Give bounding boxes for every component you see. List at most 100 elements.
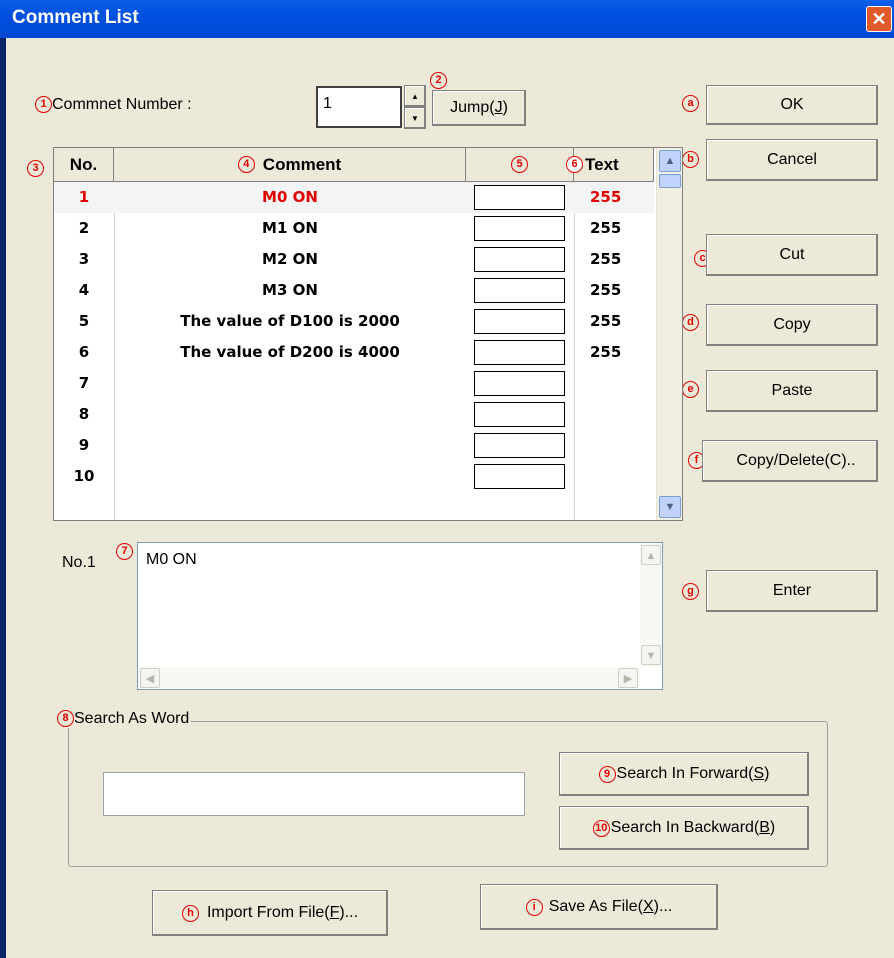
jump-key: J	[494, 99, 503, 116]
title-bar[interactable]: Comment List ✕	[0, 0, 894, 38]
table-row[interactable]: 6 The value of D200 is 4000 255	[54, 337, 654, 368]
table-row[interactable]: 4 M3 ON 255	[54, 275, 654, 306]
table-row[interactable]: 2 M1 ON 255	[54, 213, 654, 244]
import-key: F	[329, 904, 340, 921]
scroll-down-icon[interactable]: ▼	[659, 496, 681, 518]
close-button[interactable]: ✕	[866, 6, 892, 32]
marker-i-icon: i	[525, 898, 543, 916]
memo-vertical-scrollbar[interactable]: ▲ ▼	[640, 543, 662, 667]
row-no: 9	[78, 436, 90, 454]
row-cell-box[interactable]	[474, 340, 565, 365]
table-row[interactable]: 10	[54, 461, 654, 492]
row-cell-box[interactable]	[474, 371, 565, 396]
row-cell-box[interactable]	[474, 185, 565, 210]
scroll-up-icon[interactable]: ▲	[659, 150, 681, 172]
search-group-label-wrap: 8 Search As Word	[55, 710, 192, 728]
memo-scroll-up-icon[interactable]: ▲	[641, 545, 661, 565]
marker-6-icon: 6	[566, 156, 583, 173]
search-forward-button[interactable]: 9 Search In Forward(S)	[559, 752, 809, 796]
memo-scroll-down-icon[interactable]: ▼	[641, 645, 661, 665]
row-text: 255	[590, 250, 622, 268]
marker-8-icon: 8	[57, 710, 74, 728]
memo-label: No.1	[62, 554, 96, 571]
row-comment: M3 ON	[262, 281, 318, 299]
marker-3-icon: 3	[27, 160, 44, 177]
comment-number-label-wrap: 1 Commnet Number :	[35, 96, 192, 114]
paren-close: )	[769, 819, 776, 836]
ok-button[interactable]: OK	[706, 85, 878, 125]
comment-editor[interactable]: M0 ON ▲ ▼ ◀ ▶	[137, 542, 663, 690]
row-comment	[114, 461, 466, 492]
row-cell-box[interactable]	[474, 433, 565, 458]
grid-vertical-scrollbar[interactable]: ▲ ▼	[656, 148, 682, 520]
save-label-end: )...	[653, 898, 673, 915]
comment-grid[interactable]: No. 4 Comment 5 6 Text 1 M0 ON 255 2 M1 ON	[53, 147, 683, 521]
enter-button[interactable]: Enter	[706, 570, 878, 612]
row-comment: The value of D100 is 2000	[180, 312, 400, 330]
cancel-button[interactable]: Cancel	[706, 139, 878, 181]
row-cell-box[interactable]	[474, 464, 565, 489]
row-text	[590, 399, 654, 430]
row-comment: M0 ON	[262, 188, 318, 206]
memo-scroll-left-icon[interactable]: ◀	[140, 668, 160, 688]
save-label: Save As File(	[548, 898, 643, 915]
table-row[interactable]: 7	[54, 368, 654, 399]
jump-button[interactable]: Jump(J)	[432, 90, 526, 126]
table-row[interactable]: 8	[54, 399, 654, 430]
window-title: Comment List	[12, 7, 139, 28]
header-text: Text	[585, 154, 619, 174]
row-comment: The value of D200 is 4000	[180, 343, 400, 361]
paste-button[interactable]: Paste	[706, 370, 878, 412]
table-row[interactable]: 1 M0 ON 255	[54, 182, 654, 213]
number-down-button[interactable]: ▼	[404, 107, 426, 129]
memo-scroll-right-icon[interactable]: ▶	[618, 668, 638, 688]
comment-list-window: Comment List ✕ 1 Commnet Number : 1 ▲ ▼ 2…	[0, 0, 894, 958]
search-input[interactable]	[103, 772, 525, 816]
row-no: 7	[78, 374, 90, 392]
marker-9-icon: 9	[598, 765, 616, 783]
cut-button[interactable]: Cut	[706, 234, 878, 276]
import-from-file-button[interactable]: h Import From File(F)...	[152, 890, 388, 936]
header-col5-wrap[interactable]: 5	[466, 148, 574, 182]
row-cell-box[interactable]	[474, 402, 565, 427]
memo-label-wrap: No.1	[62, 554, 96, 572]
header-no[interactable]: No.	[54, 148, 114, 182]
jump-label-end: )	[502, 99, 508, 116]
row-no: 3	[78, 250, 90, 268]
marker-5-icon: 5	[511, 156, 528, 173]
marker-d-icon: d	[682, 314, 699, 331]
row-cell-box[interactable]	[474, 247, 565, 272]
row-text	[590, 461, 654, 492]
header-text-wrap[interactable]: 6 Text	[566, 148, 654, 182]
paren-close: )	[764, 765, 770, 782]
table-row[interactable]: 3 M2 ON 255	[54, 244, 654, 275]
import-label-end: )...	[339, 904, 359, 921]
marker-7-icon: 7	[116, 543, 133, 560]
table-row[interactable]: 9	[54, 430, 654, 461]
row-text: 255	[590, 343, 622, 361]
marker-1-icon: 1	[35, 96, 52, 114]
marker-g-icon: g	[682, 583, 699, 600]
row-comment	[114, 368, 466, 399]
save-key: X	[642, 898, 654, 915]
row-cell-box[interactable]	[474, 216, 565, 241]
row-no: 1	[78, 188, 90, 206]
comment-number-input[interactable]: 1	[316, 86, 402, 128]
copy-delete-button[interactable]: Copy/Delete(C)..	[702, 440, 878, 482]
memo-horizontal-scrollbar[interactable]: ◀ ▶	[138, 667, 640, 689]
save-as-file-button[interactable]: i Save As File(X)...	[480, 884, 718, 930]
row-text	[590, 368, 654, 399]
number-up-button[interactable]: ▲	[404, 85, 426, 107]
search-backward-button[interactable]: 10 Search In Backward(B)	[559, 806, 809, 850]
search-forward-key: S	[753, 765, 765, 782]
copy-button[interactable]: Copy	[706, 304, 878, 346]
scroll-thumb[interactable]	[659, 174, 681, 188]
row-no: 4	[78, 281, 90, 299]
search-group-label: Search As Word	[74, 710, 190, 727]
search-backward-label: Search In Backward(	[610, 819, 760, 836]
table-row[interactable]: 5 The value of D100 is 2000 255	[54, 306, 654, 337]
header-comment-wrap[interactable]: 4 Comment	[114, 148, 466, 182]
row-no: 5	[78, 312, 90, 330]
row-cell-box[interactable]	[474, 278, 565, 303]
row-cell-box[interactable]	[474, 309, 565, 334]
